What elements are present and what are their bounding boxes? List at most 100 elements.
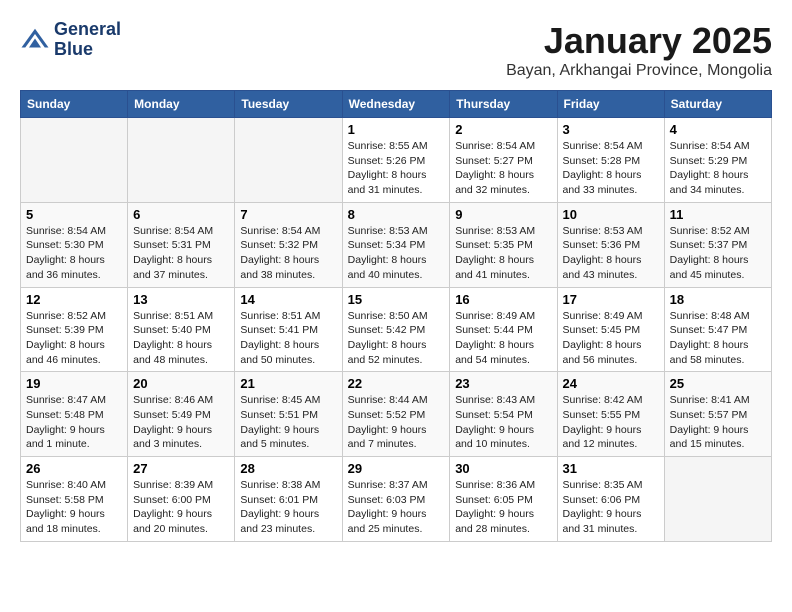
day-number: 13 bbox=[133, 292, 229, 307]
day-info: Sunrise: 8:53 AM Sunset: 5:34 PM Dayligh… bbox=[348, 224, 445, 283]
day-number: 12 bbox=[26, 292, 122, 307]
table-row: 14 Sunrise: 8:51 AM Sunset: 5:41 PM Dayli… bbox=[235, 287, 342, 372]
table-row bbox=[128, 118, 235, 203]
calendar-week-row: 26 Sunrise: 8:40 AM Sunset: 5:58 PM Dayli… bbox=[21, 457, 772, 542]
day-number: 7 bbox=[240, 207, 336, 222]
title-block: January 2025 Bayan, Arkhangai Province, … bbox=[506, 20, 772, 80]
day-info: Sunrise: 8:52 AM Sunset: 5:39 PM Dayligh… bbox=[26, 309, 122, 368]
calendar-week-row: 12 Sunrise: 8:52 AM Sunset: 5:39 PM Dayli… bbox=[21, 287, 772, 372]
table-row: 8Sunrise: 8:53 AM Sunset: 5:34 PM Daylig… bbox=[342, 202, 450, 287]
calendar-week-row: 5 Sunrise: 8:54 AM Sunset: 5:30 PM Daylig… bbox=[21, 202, 772, 287]
day-number: 19 bbox=[26, 376, 122, 391]
table-row: 29Sunrise: 8:37 AM Sunset: 6:03 PM Dayli… bbox=[342, 457, 450, 542]
day-info: Sunrise: 8:54 AM Sunset: 5:28 PM Dayligh… bbox=[563, 139, 659, 198]
day-number: 28 bbox=[240, 461, 336, 476]
logo-icon bbox=[20, 25, 50, 55]
day-number: 27 bbox=[133, 461, 229, 476]
day-number: 5 bbox=[26, 207, 122, 222]
table-row: 6 Sunrise: 8:54 AM Sunset: 5:31 PM Daylig… bbox=[128, 202, 235, 287]
day-info: Sunrise: 8:39 AM Sunset: 6:00 PM Dayligh… bbox=[133, 478, 229, 537]
day-number: 25 bbox=[670, 376, 766, 391]
table-row: 21 Sunrise: 8:45 AM Sunset: 5:51 PM Dayli… bbox=[235, 372, 342, 457]
day-number: 14 bbox=[240, 292, 336, 307]
day-info: Sunrise: 8:49 AM Sunset: 5:44 PM Dayligh… bbox=[455, 309, 551, 368]
header-thursday: Thursday bbox=[450, 91, 557, 118]
table-row: 31Sunrise: 8:35 AM Sunset: 6:06 PM Dayli… bbox=[557, 457, 664, 542]
day-number: 29 bbox=[348, 461, 445, 476]
day-info: Sunrise: 8:51 AM Sunset: 5:40 PM Dayligh… bbox=[133, 309, 229, 368]
table-row: 11 Sunrise: 8:52 AM Sunset: 5:37 PM Dayli… bbox=[664, 202, 771, 287]
table-row: 22 Sunrise: 8:44 AM Sunset: 5:52 PM Dayli… bbox=[342, 372, 450, 457]
calendar-header-row: Sunday Monday Tuesday Wednesday Thursday… bbox=[21, 91, 772, 118]
day-info: Sunrise: 8:53 AM Sunset: 5:36 PM Dayligh… bbox=[563, 224, 659, 283]
day-info: Sunrise: 8:38 AM Sunset: 6:01 PM Dayligh… bbox=[240, 478, 336, 537]
day-number: 21 bbox=[240, 376, 336, 391]
table-row: 10 Sunrise: 8:53 AM Sunset: 5:36 PM Dayli… bbox=[557, 202, 664, 287]
day-number: 2 bbox=[455, 122, 551, 137]
header-sunday: Sunday bbox=[21, 91, 128, 118]
day-info: Sunrise: 8:43 AM Sunset: 5:54 PM Dayligh… bbox=[455, 393, 551, 452]
day-info: Sunrise: 8:54 AM Sunset: 5:30 PM Dayligh… bbox=[26, 224, 122, 283]
day-number: 20 bbox=[133, 376, 229, 391]
table-row: 30Sunrise: 8:36 AM Sunset: 6:05 PM Dayli… bbox=[450, 457, 557, 542]
table-row: 9 Sunrise: 8:53 AM Sunset: 5:35 PM Daylig… bbox=[450, 202, 557, 287]
day-info: Sunrise: 8:47 AM Sunset: 5:48 PM Dayligh… bbox=[26, 393, 122, 452]
header-tuesday: Tuesday bbox=[235, 91, 342, 118]
table-row: 19 Sunrise: 8:47 AM Sunset: 5:48 PM Dayli… bbox=[21, 372, 128, 457]
location: Bayan, Arkhangai Province, Mongolia bbox=[506, 62, 772, 80]
table-row bbox=[664, 457, 771, 542]
day-info: Sunrise: 8:48 AM Sunset: 5:47 PM Dayligh… bbox=[670, 309, 766, 368]
day-info: Sunrise: 8:49 AM Sunset: 5:45 PM Dayligh… bbox=[563, 309, 659, 368]
day-info: Sunrise: 8:54 AM Sunset: 5:27 PM Dayligh… bbox=[455, 139, 551, 198]
day-number: 6 bbox=[133, 207, 229, 222]
day-number: 30 bbox=[455, 461, 551, 476]
logo-text: General Blue bbox=[54, 20, 121, 60]
day-info: Sunrise: 8:45 AM Sunset: 5:51 PM Dayligh… bbox=[240, 393, 336, 452]
day-number: 26 bbox=[26, 461, 122, 476]
day-number: 18 bbox=[670, 292, 766, 307]
table-row: 7 Sunrise: 8:54 AM Sunset: 5:32 PM Daylig… bbox=[235, 202, 342, 287]
table-row: 18 Sunrise: 8:48 AM Sunset: 5:47 PM Dayli… bbox=[664, 287, 771, 372]
page-header: General Blue January 2025 Bayan, Arkhang… bbox=[20, 20, 772, 80]
calendar-week-row: 19 Sunrise: 8:47 AM Sunset: 5:48 PM Dayli… bbox=[21, 372, 772, 457]
logo: General Blue bbox=[20, 20, 121, 60]
day-number: 9 bbox=[455, 207, 551, 222]
table-row: 16 Sunrise: 8:49 AM Sunset: 5:44 PM Dayli… bbox=[450, 287, 557, 372]
table-row: 17Sunrise: 8:49 AM Sunset: 5:45 PM Dayli… bbox=[557, 287, 664, 372]
day-number: 3 bbox=[563, 122, 659, 137]
day-info: Sunrise: 8:51 AM Sunset: 5:41 PM Dayligh… bbox=[240, 309, 336, 368]
table-row: 26 Sunrise: 8:40 AM Sunset: 5:58 PM Dayli… bbox=[21, 457, 128, 542]
month-title: January 2025 bbox=[506, 20, 772, 62]
table-row: 3 Sunrise: 8:54 AM Sunset: 5:28 PM Daylig… bbox=[557, 118, 664, 203]
day-info: Sunrise: 8:54 AM Sunset: 5:32 PM Dayligh… bbox=[240, 224, 336, 283]
table-row: 2 Sunrise: 8:54 AM Sunset: 5:27 PM Daylig… bbox=[450, 118, 557, 203]
table-row: 12 Sunrise: 8:52 AM Sunset: 5:39 PM Dayli… bbox=[21, 287, 128, 372]
day-number: 11 bbox=[670, 207, 766, 222]
table-row: 27 Sunrise: 8:39 AM Sunset: 6:00 PM Dayli… bbox=[128, 457, 235, 542]
day-number: 22 bbox=[348, 376, 445, 391]
day-info: Sunrise: 8:50 AM Sunset: 5:42 PM Dayligh… bbox=[348, 309, 445, 368]
table-row: 25Sunrise: 8:41 AM Sunset: 5:57 PM Dayli… bbox=[664, 372, 771, 457]
table-row: 1Sunrise: 8:55 AM Sunset: 5:26 PM Daylig… bbox=[342, 118, 450, 203]
day-info: Sunrise: 8:55 AM Sunset: 5:26 PM Dayligh… bbox=[348, 139, 445, 198]
day-number: 10 bbox=[563, 207, 659, 222]
day-info: Sunrise: 8:54 AM Sunset: 5:29 PM Dayligh… bbox=[670, 139, 766, 198]
day-info: Sunrise: 8:44 AM Sunset: 5:52 PM Dayligh… bbox=[348, 393, 445, 452]
day-number: 24 bbox=[563, 376, 659, 391]
day-number: 16 bbox=[455, 292, 551, 307]
table-row: 5 Sunrise: 8:54 AM Sunset: 5:30 PM Daylig… bbox=[21, 202, 128, 287]
day-number: 4 bbox=[670, 122, 766, 137]
day-info: Sunrise: 8:42 AM Sunset: 5:55 PM Dayligh… bbox=[563, 393, 659, 452]
day-info: Sunrise: 8:53 AM Sunset: 5:35 PM Dayligh… bbox=[455, 224, 551, 283]
day-info: Sunrise: 8:35 AM Sunset: 6:06 PM Dayligh… bbox=[563, 478, 659, 537]
calendar-week-row: 1Sunrise: 8:55 AM Sunset: 5:26 PM Daylig… bbox=[21, 118, 772, 203]
table-row bbox=[21, 118, 128, 203]
table-row: 13 Sunrise: 8:51 AM Sunset: 5:40 PM Dayli… bbox=[128, 287, 235, 372]
day-info: Sunrise: 8:54 AM Sunset: 5:31 PM Dayligh… bbox=[133, 224, 229, 283]
table-row: 24 Sunrise: 8:42 AM Sunset: 5:55 PM Dayli… bbox=[557, 372, 664, 457]
header-monday: Monday bbox=[128, 91, 235, 118]
day-info: Sunrise: 8:40 AM Sunset: 5:58 PM Dayligh… bbox=[26, 478, 122, 537]
day-info: Sunrise: 8:52 AM Sunset: 5:37 PM Dayligh… bbox=[670, 224, 766, 283]
table-row: 15Sunrise: 8:50 AM Sunset: 5:42 PM Dayli… bbox=[342, 287, 450, 372]
header-saturday: Saturday bbox=[664, 91, 771, 118]
